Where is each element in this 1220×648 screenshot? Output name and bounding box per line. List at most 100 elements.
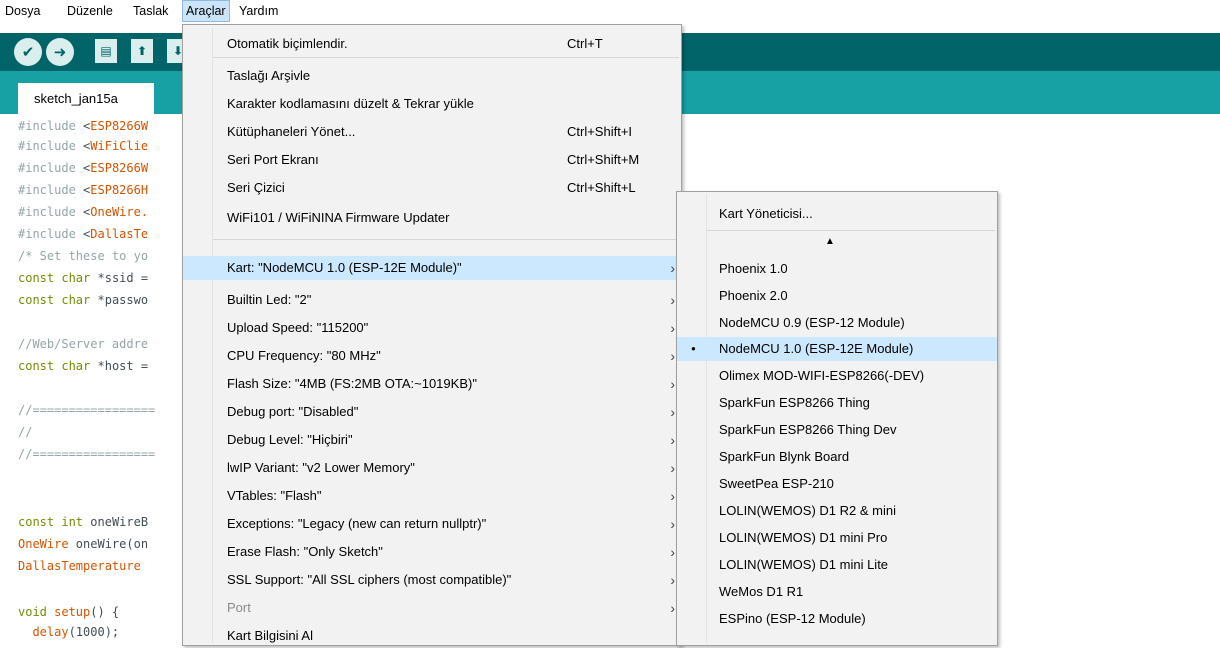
chevron-right-icon: › <box>670 292 675 308</box>
board-item[interactable]: SweetPea ESP-210 <box>677 472 997 496</box>
board-item[interactable]: SparkFun ESP8266 Thing <box>677 391 997 415</box>
chevron-right-icon: › <box>670 348 675 364</box>
code-line: const char *passwo <box>18 293 149 307</box>
code-line: //================= <box>18 403 156 417</box>
menu-item-label: SparkFun Blynk Board <box>719 449 850 464</box>
code-line: //================= <box>18 447 156 461</box>
menu-item-label: LOLIN(WEMOS) D1 R2 & mini <box>719 503 896 518</box>
tools-menu-item[interactable]: Debug Level: "Hiçbiri" › <box>183 428 681 452</box>
tools-menu-item[interactable]: Erase Flash: "Only Sketch" › <box>183 540 681 564</box>
board-submenu: Kart Yöneticisi... ▲ Phoenix 1.0 Phoenix 2.… <box>676 191 998 646</box>
menu-item-label: CPU Frequency: "80 MHz" <box>227 348 381 363</box>
code-line: #include <ESP8266W <box>18 119 149 133</box>
menu-item-label: Kart Yöneticisi... <box>719 206 813 221</box>
code-line: //Web/Server addre <box>18 337 149 351</box>
tools-menu: Otomatik biçimlendir. Ctrl+T Taslağı Arşiv… <box>182 24 682 646</box>
tools-menu-item[interactable]: Taslağı Arşivle <box>183 64 681 88</box>
board-item[interactable]: Phoenix 2.0 <box>677 284 997 308</box>
tools-menu-item[interactable]: Otomatik biçimlendir. Ctrl+T <box>183 32 681 56</box>
code-line: // <box>18 425 33 439</box>
menu-item-label: Upload Speed: "115200" <box>227 320 369 335</box>
tools-menu-item[interactable]: Kart Bilgisini Al <box>183 624 681 648</box>
menu-item-label: Phoenix 1.0 <box>719 261 788 276</box>
menu-item-label: lwIP Variant: "v2 Lower Memory" <box>227 460 415 475</box>
board-manager-item[interactable]: Kart Yöneticisi... <box>677 202 997 226</box>
menu-item-label: Phoenix 2.0 <box>719 288 788 303</box>
menu-item-label: Olimex MOD-WIFI-ESP8266(-DEV) <box>719 368 925 383</box>
tools-menu-item[interactable]: Upload Speed: "115200" › <box>183 316 681 340</box>
menu-tools[interactable]: Araçlar <box>182 0 230 22</box>
tools-menu-item[interactable]: VTables: "Flash" › <box>183 484 681 508</box>
tools-menu-item[interactable]: Kart: "NodeMCU 1.0 (ESP-12E Module)" › <box>183 256 681 280</box>
menu-file[interactable]: Dosya <box>2 0 43 22</box>
code-line: delay(1000); <box>32 625 120 639</box>
menu-item-label: SSL Support: "All SSL ciphers (most comp… <box>227 572 512 587</box>
menu-item-shortcut: Ctrl+Shift+I <box>567 124 633 139</box>
menu-help[interactable]: Yardım <box>236 0 281 22</box>
tools-menu-item[interactable]: Flash Size: "4MB (FS:2MB OTA:~1019KB)" › <box>183 372 681 396</box>
chevron-right-icon: › <box>670 600 675 616</box>
new-file-icon[interactable]: ▤ <box>95 39 117 63</box>
code-line: #include <ESP8266H <box>18 183 149 197</box>
chevron-right-icon: › <box>670 544 675 560</box>
tools-menu-item[interactable]: WiFi101 / WiFiNINA Firmware Updater <box>183 206 681 230</box>
open-up-arrow-icon[interactable]: ⬆ <box>131 39 153 63</box>
board-item[interactable]: NodeMCU 1.0 (ESP-12E Module) ● <box>677 337 997 361</box>
menu-item-label: NodeMCU 0.9 (ESP-12 Module) <box>719 315 905 330</box>
menu-item-label: NodeMCU 1.0 (ESP-12E Module) <box>719 341 914 356</box>
menu-item-label: WiFi101 / WiFiNINA Firmware Updater <box>227 210 450 225</box>
tools-menu-item[interactable]: Exceptions: "Legacy (new can return null… <box>183 512 681 536</box>
tools-menu-item[interactable]: Debug port: "Disabled" › <box>183 400 681 424</box>
menu-bar: Dosya Düzenle Taslak Araçlar Yardım <box>0 0 1220 24</box>
board-item[interactable]: LOLIN(WEMOS) D1 mini Lite <box>677 553 997 577</box>
tools-menu-item[interactable]: Seri Port Ekranı Ctrl+Shift+M <box>183 148 681 172</box>
menu-item-label: LOLIN(WEMOS) D1 mini Pro <box>719 530 888 545</box>
board-item[interactable]: LOLIN(WEMOS) D1 mini Pro <box>677 526 997 550</box>
code-line: DallasTemperature <box>18 559 141 573</box>
menu-edit[interactable]: Düzenle <box>64 0 116 22</box>
tools-menu-item[interactable]: Karakter kodlamasını düzelt & Tekrar yük… <box>183 92 681 116</box>
menu-item-label: Builtin Led: "2" <box>227 292 312 307</box>
board-item[interactable]: ESPino (ESP-12 Module) <box>677 607 997 631</box>
board-item[interactable]: SparkFun ESP8266 Thing Dev <box>677 418 997 442</box>
board-item[interactable]: NodeMCU 0.9 (ESP-12 Module) <box>677 311 997 335</box>
menu-item-label: Kütüphaneleri Yönet... <box>227 124 356 139</box>
tools-menu-item[interactable]: SSL Support: "All SSL ciphers (most comp… <box>183 568 681 592</box>
code-line: const char *host = <box>18 359 149 373</box>
tools-menu-item[interactable]: Seri Çizici Ctrl+Shift+L <box>183 176 681 200</box>
code-line: #include <ESP8266W <box>18 161 149 175</box>
menu-item-shortcut: Ctrl+Shift+M <box>567 152 640 167</box>
menu-item-label: Exceptions: "Legacy (new can return null… <box>227 516 487 531</box>
menu-item-label: Kart Bilgisini Al <box>227 628 313 643</box>
chevron-right-icon: › <box>670 376 675 392</box>
chevron-right-icon: › <box>670 572 675 588</box>
tools-menu-item[interactable]: Port › <box>183 596 681 620</box>
menu-item-label: ▲ <box>825 236 835 247</box>
menu-item-label: LOLIN(WEMOS) D1 mini Lite <box>719 557 889 572</box>
menu-item-label: SparkFun ESP8266 Thing Dev <box>719 422 897 437</box>
tools-menu-item[interactable]: Kütüphaneleri Yönet... Ctrl+Shift+I <box>183 120 681 144</box>
tools-menu-item[interactable]: CPU Frequency: "80 MHz" › <box>183 344 681 368</box>
scroll-up-icon[interactable]: ▲ <box>677 230 997 254</box>
menu-item-shortcut: Ctrl+T <box>567 36 603 51</box>
menu-item-label: SweetPea ESP-210 <box>719 476 834 491</box>
chevron-right-icon: › <box>670 320 675 336</box>
arrow-right-icon[interactable]: ➜ <box>46 38 74 66</box>
chevron-right-icon: › <box>670 404 675 420</box>
board-item[interactable]: Olimex MOD-WIFI-ESP8266(-DEV) <box>677 364 997 388</box>
board-item[interactable]: SparkFun Blynk Board <box>677 445 997 469</box>
tools-menu-item[interactable]: lwIP Variant: "v2 Lower Memory" › <box>183 456 681 480</box>
menu-sketch[interactable]: Taslak <box>130 0 171 22</box>
code-line: /* Set these to yo <box>18 249 149 263</box>
board-item[interactable]: WeMos D1 R1 <box>677 580 997 604</box>
board-item[interactable]: Phoenix 1.0 <box>677 257 997 281</box>
tab-sketch[interactable]: sketch_jan15a <box>18 83 154 114</box>
chevron-right-icon: › <box>670 516 675 532</box>
code-line: #include <OneWire. <box>18 205 149 219</box>
board-item[interactable]: LOLIN(WEMOS) D1 R2 & mini <box>677 499 997 523</box>
code-line: const char *ssid = <box>18 271 149 285</box>
tools-menu-item[interactable]: Builtin Led: "2" › <box>183 288 681 312</box>
menu-item-label: Flash Size: "4MB (FS:2MB OTA:~1019KB)" <box>227 376 477 391</box>
check-icon[interactable]: ✔ <box>14 38 42 66</box>
code-line: OneWire oneWire(on <box>18 537 149 551</box>
